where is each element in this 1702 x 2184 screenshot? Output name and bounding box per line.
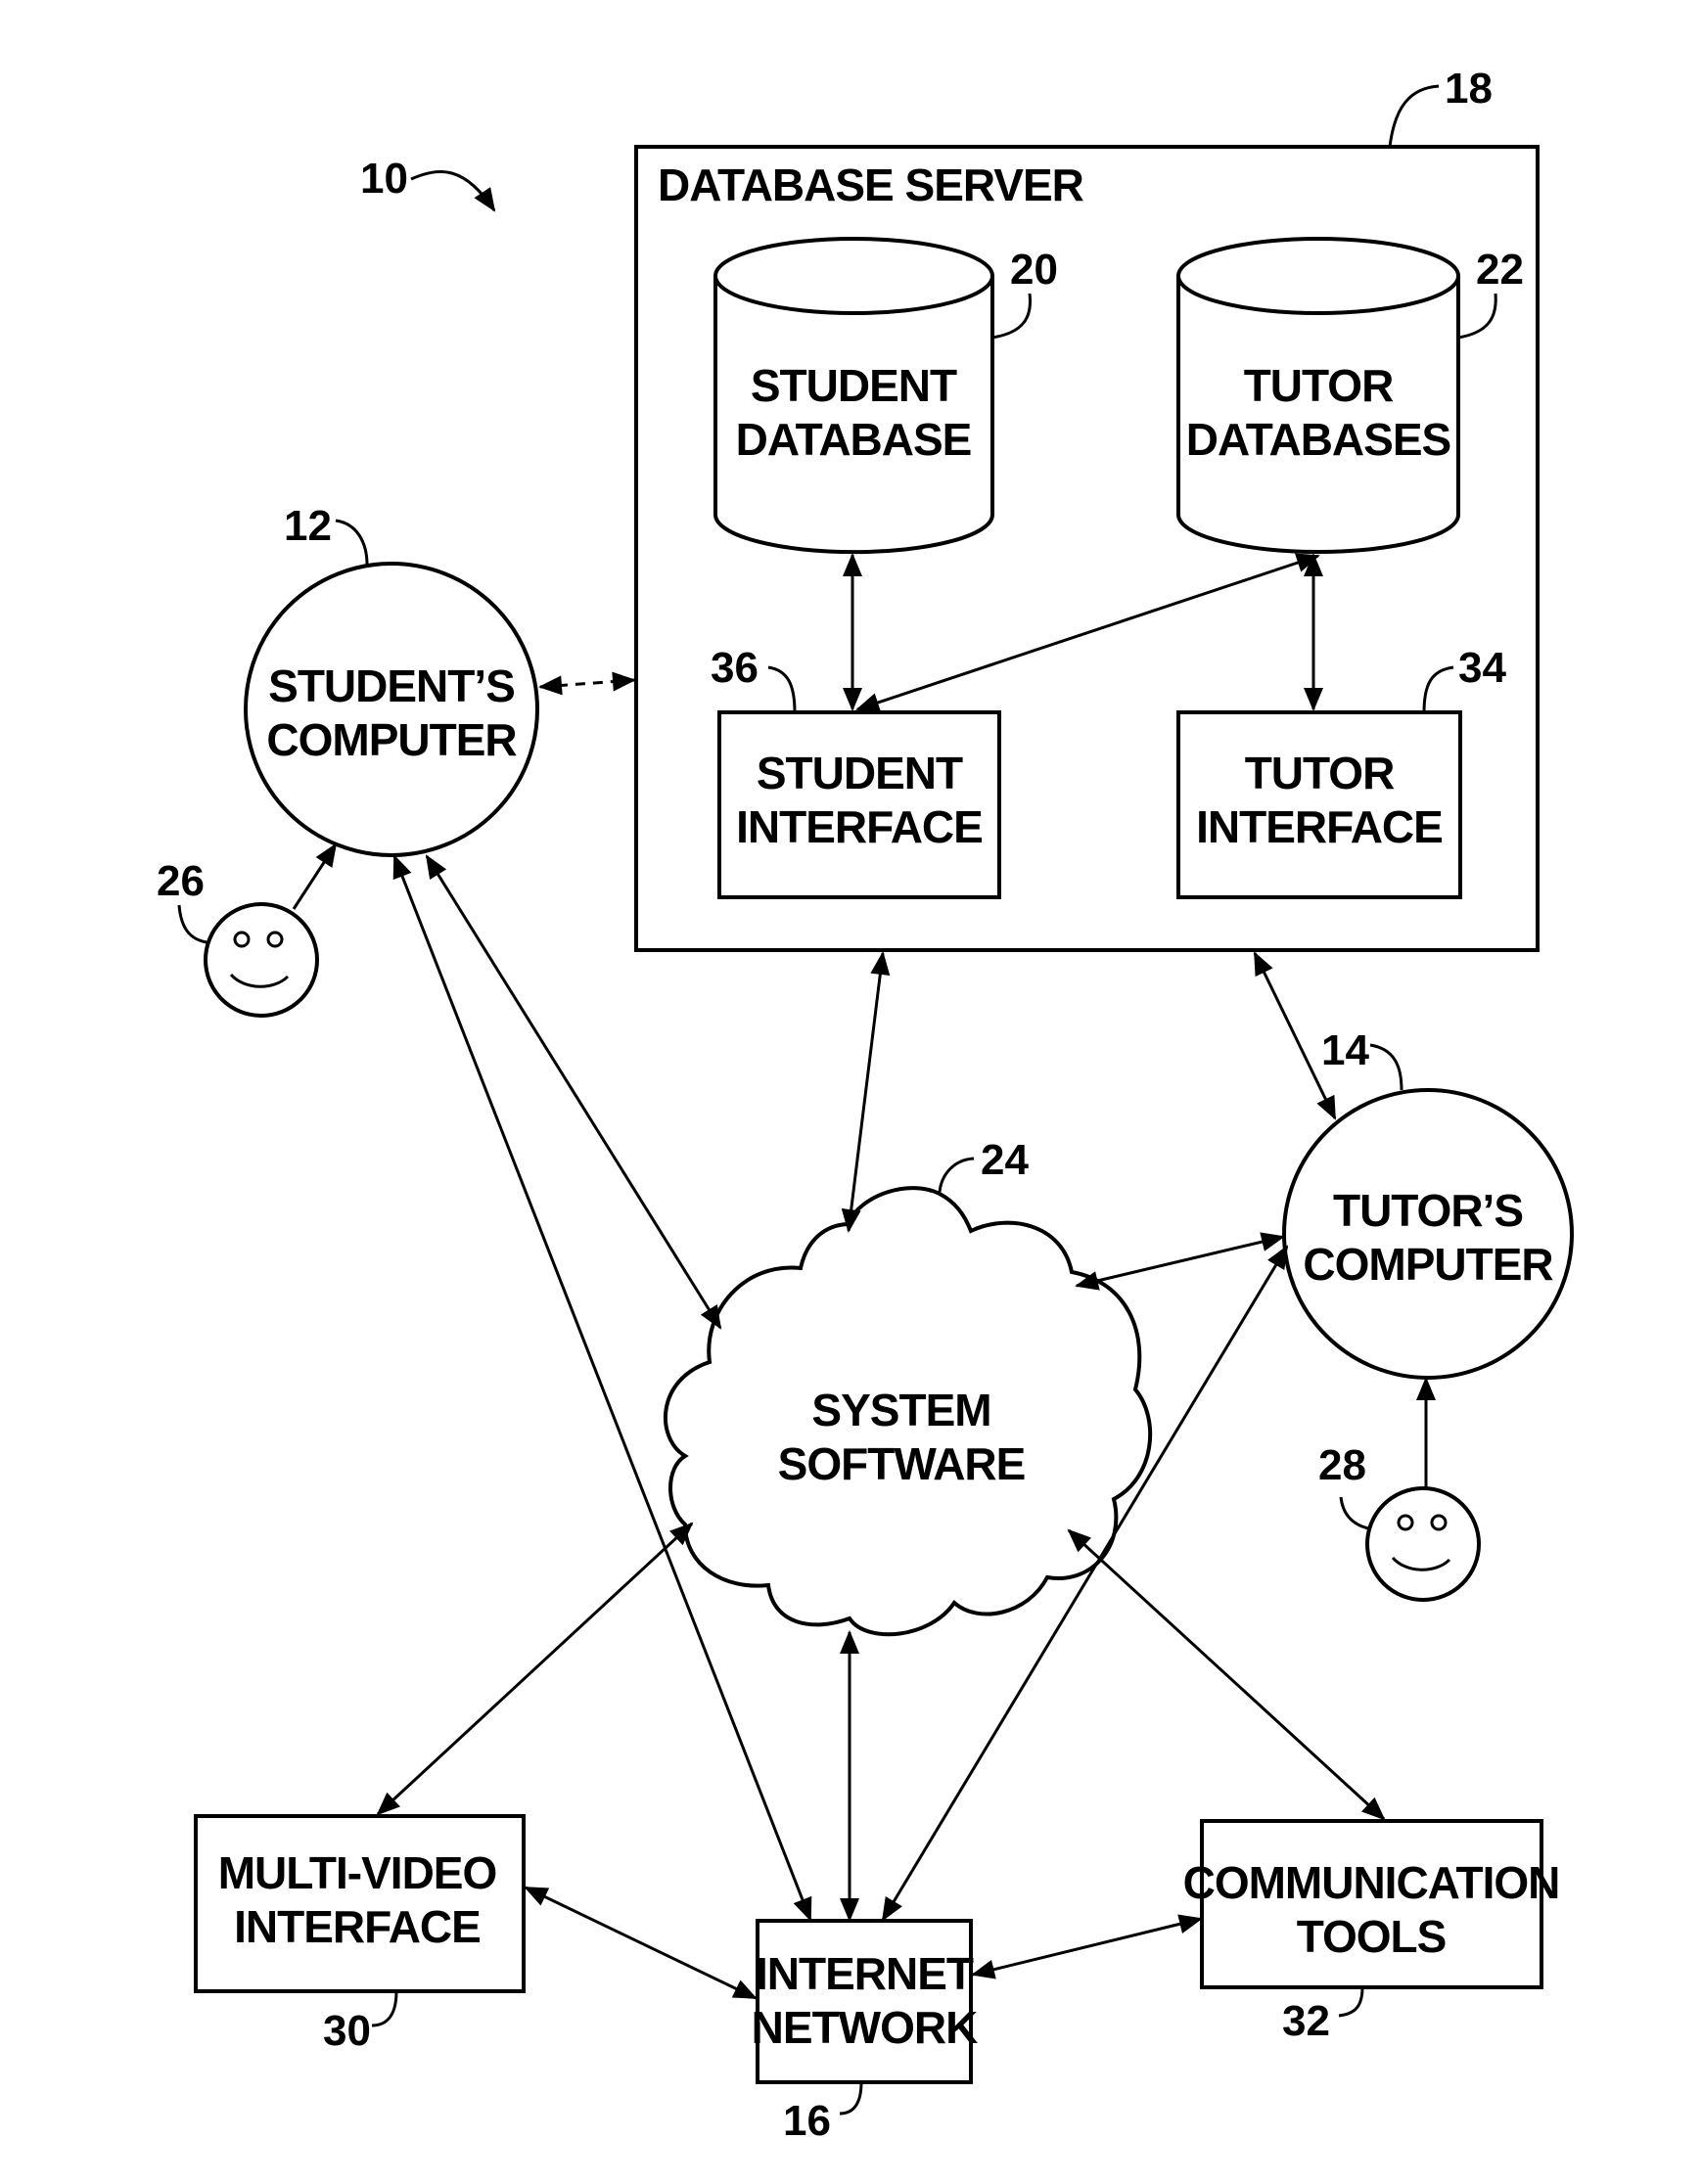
svg-text:NETWORK: NETWORK — [752, 2002, 978, 2053]
ref-34: 34 — [1458, 644, 1506, 692]
svg-text:INTERNET: INTERNET — [756, 1948, 974, 1999]
ref-leader-16 — [839, 2081, 863, 2116]
students-computer[interactable]: STUDENT’S COMPUTER 12 — [244, 502, 539, 857]
ref-leader-12 — [335, 519, 369, 566]
system-diagram: 10 DATABASE SERVER 18 STUDENT DATABASE 2… — [157, 65, 1574, 2145]
ref-22: 22 — [1476, 246, 1524, 294]
ref-26: 26 — [157, 857, 205, 905]
ref-leader-32 — [1338, 1986, 1364, 2018]
internet-network[interactable]: INTERNET NETWORK 16 — [752, 1919, 979, 2145]
tutor-user[interactable]: 28 — [1318, 1441, 1481, 1602]
arrow-students-computer-database-server-dashed — [538, 671, 636, 696]
figure-leader-arrow — [410, 170, 496, 212]
svg-text:MULTI-VIDEO: MULTI-VIDEO — [218, 1847, 497, 1898]
svg-text:STUDENT: STUDENT — [751, 360, 957, 411]
ref-leader-14 — [1369, 1043, 1403, 1091]
tutor-databases-cylinder-top — [1176, 237, 1460, 315]
svg-text:TUTOR: TUTOR — [1245, 748, 1395, 798]
svg-text:SYSTEM: SYSTEM — [811, 1385, 990, 1435]
database-server-label: DATABASE SERVER — [658, 159, 1084, 210]
svg-text:10: 10 — [360, 155, 408, 203]
ref-32: 32 — [1282, 1997, 1330, 2045]
svg-text:STUDENT’S: STUDENT’S — [268, 660, 515, 711]
ref-leader-30 — [371, 1990, 398, 2027]
arrow-internet-network-communication-tools — [971, 1914, 1203, 1979]
arrow-system-software-multi-video-interface — [376, 1522, 694, 1816]
svg-text:STUDENT: STUDENT — [757, 748, 963, 798]
ref-leader-28 — [1339, 1496, 1369, 1530]
ref-leader-26 — [177, 904, 207, 944]
ref-leader-24 — [938, 1157, 975, 1193]
arrow-system-software-communication-tools — [1067, 1528, 1386, 1821]
student-user[interactable]: 26 — [157, 857, 319, 1018]
ref-20: 20 — [1010, 246, 1058, 294]
ref-16: 16 — [783, 2097, 831, 2145]
ref-24: 24 — [981, 1136, 1029, 1184]
system-software[interactable]: SYSTEM SOFTWARE 24 — [664, 1136, 1153, 1637]
multi-video-interface[interactable]: MULTI-VIDEO INTERFACE 30 — [194, 1814, 526, 2055]
svg-text:TUTOR’S: TUTOR’S — [1333, 1185, 1523, 1236]
svg-text:INTERFACE: INTERFACE — [1196, 801, 1443, 852]
smiley-face-icon — [1365, 1486, 1481, 1602]
ref-18: 18 — [1445, 65, 1493, 113]
svg-text:DATABASES: DATABASES — [1186, 414, 1450, 465]
tutors-computer[interactable]: TUTOR’S COMPUTER 14 — [1282, 1026, 1574, 1380]
ref-leader-18 — [1388, 84, 1440, 148]
svg-text:COMPUTER: COMPUTER — [1303, 1239, 1553, 1290]
ref-12: 12 — [284, 502, 332, 550]
student-database-cylinder-top — [713, 237, 994, 315]
arrow-database-server-system-software — [841, 951, 891, 1233]
ref-28: 28 — [1318, 1441, 1366, 1489]
ref-36: 36 — [711, 644, 759, 692]
svg-text:TOOLS: TOOLS — [1297, 1911, 1447, 1962]
ref-30: 30 — [323, 2007, 371, 2055]
svg-text:INTERFACE: INTERFACE — [234, 1901, 481, 1952]
arrow-system-software-tutors-computer — [1075, 1232, 1285, 1291]
svg-text:COMPUTER: COMPUTER — [266, 714, 517, 765]
ref-14: 14 — [1321, 1026, 1369, 1074]
svg-text:DATABASE: DATABASE — [736, 414, 972, 465]
svg-text:SOFTWARE: SOFTWARE — [778, 1438, 1026, 1489]
arrow-multi-video-interface-internet-network — [524, 1886, 758, 2000]
smiley-face-icon — [204, 902, 319, 1018]
svg-text:TUTOR: TUTOR — [1244, 360, 1394, 411]
svg-text:COMMUNICATION: COMMUNICATION — [1183, 1857, 1560, 1908]
figure-reference: 10 — [360, 155, 496, 212]
arrow-student-user-students-computer — [292, 842, 338, 910]
svg-text:INTERFACE: INTERFACE — [736, 801, 983, 852]
communication-tools[interactable]: COMMUNICATION TOOLS 32 — [1183, 1819, 1560, 2045]
